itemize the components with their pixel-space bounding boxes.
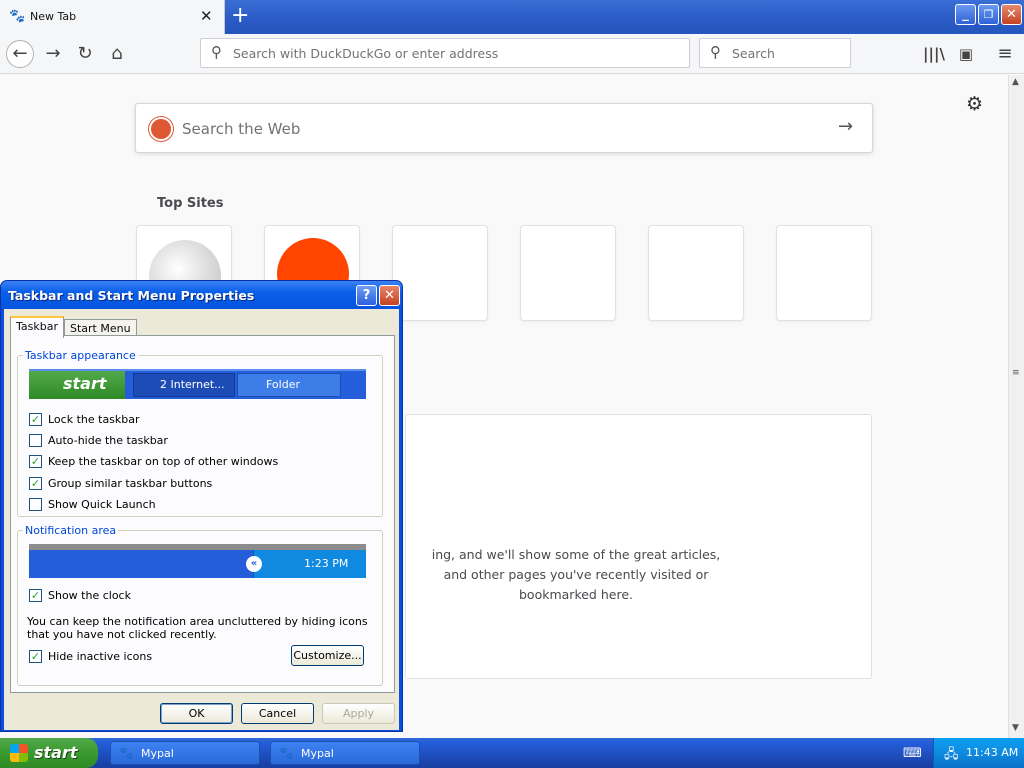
show-clock-label: Show the clock [48, 589, 131, 602]
task-label: Mypal [141, 747, 174, 760]
tab-new-tab[interactable]: 🐾 New Tab ✕ [0, 0, 225, 34]
help-button[interactable]: ? [356, 285, 377, 306]
notification-description: You can keep the notification area unclu… [27, 615, 368, 641]
window-close-button[interactable]: ✕ [1001, 4, 1022, 25]
keyboard-icon[interactable]: ⌨ [903, 746, 922, 761]
scroll-thumb[interactable]: ≡ [1012, 368, 1020, 378]
quick-launch-label: Show Quick Launch [48, 498, 156, 511]
url-input[interactable]: Search with DuckDuckGo or enter address [233, 46, 498, 61]
highlights-line: and other pages you've recently visited … [443, 567, 709, 582]
preview-task-internet: 2 Internet... [133, 373, 235, 397]
reload-icon[interactable]: ↻ [73, 42, 97, 66]
scroll-up-icon[interactable]: ▲ [1012, 77, 1019, 87]
task-label: Mypal [301, 747, 334, 760]
taskbar-clock[interactable]: 11:43 AM [966, 746, 1018, 759]
top-sites-title: Top Sites [157, 196, 224, 211]
network-icon[interactable]: 🖧 [944, 745, 959, 767]
taskbar-properties-dialog: Taskbar and Start Menu Properties ? ✕ Ta… [0, 280, 403, 732]
start-button[interactable]: start [0, 738, 98, 768]
dialog-title: Taskbar and Start Menu Properties [8, 288, 255, 303]
tray-preview-area: « 1:23 PM [246, 550, 366, 578]
hide-inactive-label: Hide inactive icons [48, 650, 153, 663]
ok-button[interactable]: OK [160, 703, 233, 724]
dialog-body: Taskbar Start Menu Taskbar appearance st… [4, 309, 399, 730]
url-bar[interactable]: ⚲ Search with DuckDuckGo or enter addres… [200, 38, 690, 68]
back-icon[interactable]: ← [6, 40, 34, 68]
search-input[interactable]: Search [732, 46, 775, 61]
web-search-input[interactable]: Search the Web [182, 120, 300, 138]
gear-icon[interactable]: ⚙ [966, 93, 983, 115]
chevron-left-icon: « [246, 556, 262, 572]
top-site-empty[interactable] [392, 225, 488, 321]
minimize-button[interactable]: _ [955, 4, 976, 25]
customize-button[interactable]: Customize... [291, 645, 364, 666]
group-buttons-checkbox[interactable]: ✓ [29, 477, 42, 490]
restore-button[interactable]: ❐ [978, 4, 999, 25]
navigation-bar: ← → ↻ ⌂ ⚲ Search with DuckDuckGo or ente… [0, 34, 1024, 74]
quick-launch-checkbox[interactable] [29, 498, 42, 511]
preview-task-folder: Folder [237, 373, 341, 397]
tab-title: New Tab [30, 10, 77, 23]
system-tray: 🖧 11:43 AM [933, 738, 1024, 768]
taskbar-task-mypal[interactable]: 🐾 Mypal [270, 741, 420, 765]
forward-icon[interactable]: → [41, 42, 65, 66]
dialog-close-button[interactable]: ✕ [379, 285, 400, 306]
cancel-button[interactable]: Cancel [241, 703, 314, 724]
taskbar-preview: start 2 Internet... Folder [29, 369, 366, 399]
lock-taskbar-checkbox[interactable]: ✓ [29, 413, 42, 426]
taskbar-task-mypal[interactable]: 🐾 Mypal [110, 741, 260, 765]
top-site-empty[interactable] [776, 225, 872, 321]
new-tab-button[interactable]: + [231, 3, 249, 28]
scroll-down-icon[interactable]: ▼ [1012, 723, 1019, 733]
web-search-box[interactable]: Search the Web → [135, 103, 873, 153]
highlights-line: bookmarked here. [519, 587, 633, 602]
arrow-right-icon[interactable]: → [838, 116, 853, 137]
autohide-checkbox[interactable] [29, 434, 42, 447]
autohide-label: Auto-hide the taskbar [48, 434, 168, 447]
top-site-empty[interactable] [520, 225, 616, 321]
vertical-scrollbar[interactable]: ▲ ≡ ▼ [1008, 75, 1024, 738]
group-buttons-label: Group similar taskbar buttons [48, 477, 213, 490]
tab-close-icon[interactable]: ✕ [200, 7, 213, 25]
apply-button[interactable]: Apply [322, 703, 395, 724]
lock-taskbar-label: Lock the taskbar [48, 413, 140, 426]
home-icon[interactable]: ⌂ [105, 42, 129, 66]
mypal-icon: 🐾 [119, 746, 134, 760]
hide-inactive-checkbox[interactable]: ✓ [29, 650, 42, 663]
tray-preview: « 1:23 PM [29, 544, 366, 578]
mypal-icon: 🐾 [279, 746, 294, 760]
highlights-message: ing, and we'll show some of the great ar… [406, 545, 746, 605]
keep-on-top-label: Keep the taskbar on top of other windows [48, 455, 279, 468]
dialog-titlebar[interactable]: Taskbar and Start Menu Properties ? ✕ [1, 281, 402, 309]
windows-taskbar: start 🐾 Mypal 🐾 Mypal ⌨ 🖧 11:43 AM [0, 738, 1024, 768]
search-icon: ⚲ [710, 43, 721, 61]
windows-logo-icon [10, 744, 28, 762]
search-icon: ⚲ [211, 43, 222, 61]
mypal-icon: 🐾 [9, 9, 26, 24]
keep-on-top-checkbox[interactable]: ✓ [29, 455, 42, 468]
library-icon[interactable]: |||\ [922, 42, 946, 66]
tray-preview-time: 1:23 PM [304, 557, 349, 570]
top-site-empty[interactable] [648, 225, 744, 321]
menu-icon[interactable]: ≡ [993, 42, 1017, 66]
start-label: start [34, 743, 78, 762]
notification-group-label: Notification area [23, 524, 119, 537]
highlights-panel: ing, and we'll show some of the great ar… [405, 414, 872, 679]
duckduckgo-icon [149, 117, 173, 141]
appearance-group-label: Taskbar appearance [23, 349, 138, 362]
preview-start-button: start [29, 371, 125, 399]
sidebar-icon[interactable]: ▣ [954, 42, 978, 66]
tab-taskbar[interactable]: Taskbar [10, 316, 64, 338]
highlights-line: ing, and we'll show some of the great ar… [431, 547, 721, 562]
show-clock-checkbox[interactable]: ✓ [29, 589, 42, 602]
tab-panel: Taskbar appearance start 2 Internet... F… [10, 335, 395, 693]
search-bar[interactable]: ⚲ Search [699, 38, 851, 68]
tab-strip: 🐾 New Tab ✕ + _ ❐ ✕ [0, 0, 1024, 34]
